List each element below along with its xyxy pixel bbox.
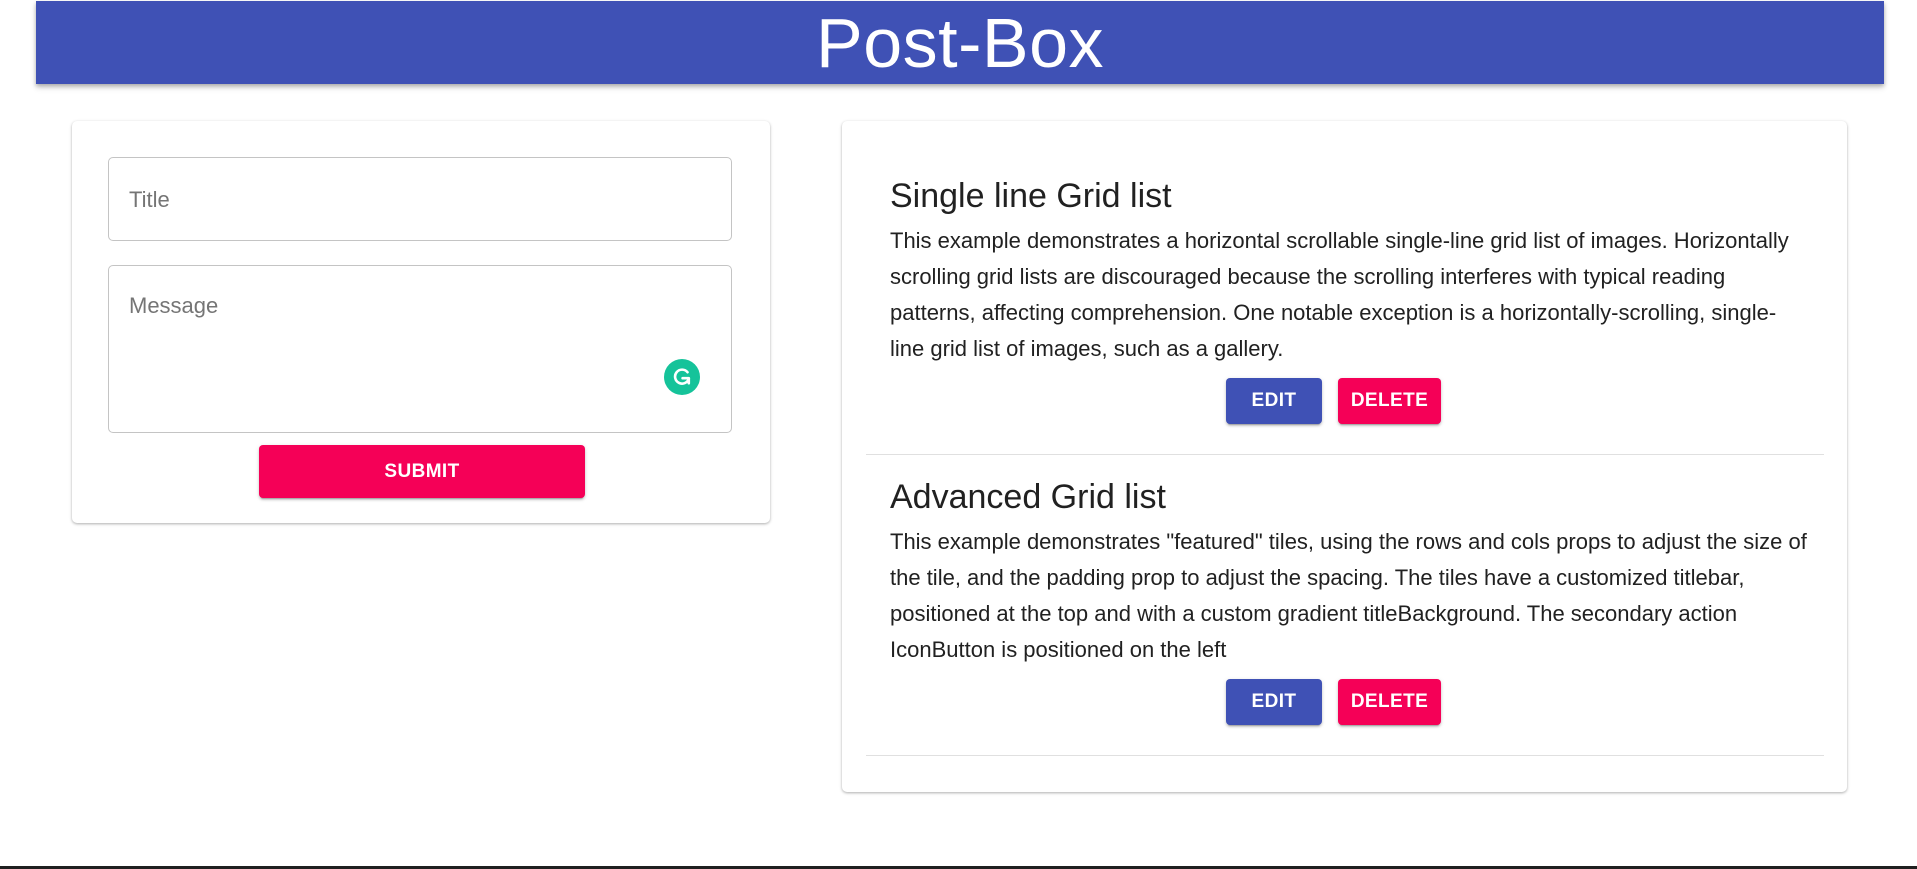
post-body: This example demonstrates "featured" til…: [890, 529, 1807, 662]
grammarly-icon[interactable]: [664, 359, 700, 395]
post-form-card: Title Message SUBMIT: [72, 121, 770, 523]
message-input[interactable]: Message: [108, 265, 732, 433]
post-body: This example demonstrates a horizontal s…: [890, 228, 1789, 361]
message-input-placeholder: Message: [129, 293, 219, 318]
edit-button[interactable]: EDIT: [1226, 378, 1322, 424]
delete-button[interactable]: DELETE: [1338, 378, 1441, 424]
title-input-placeholder: Title: [129, 187, 170, 212]
app-title: Post-Box: [816, 3, 1104, 82]
edit-button[interactable]: EDIT: [1226, 679, 1322, 725]
post-divider: [866, 454, 1824, 455]
post-divider: [866, 755, 1824, 756]
post-actions: EDIT DELETE: [866, 679, 1824, 725]
post-actions: EDIT DELETE: [866, 378, 1824, 424]
title-input[interactable]: Title: [108, 157, 732, 241]
post-title: Single line Grid list: [890, 177, 1172, 215]
delete-button[interactable]: DELETE: [1338, 679, 1441, 725]
grammarly-g-glyph: [673, 368, 691, 385]
app-bar: Post-Box: [36, 1, 1884, 84]
post-title: Advanced Grid list: [890, 478, 1166, 516]
page: Post-Box Title Message SUBMIT Single lin…: [0, 0, 1917, 869]
submit-button[interactable]: SUBMIT: [259, 445, 585, 498]
posts-list-card: Single line Grid list This example demon…: [842, 121, 1847, 792]
